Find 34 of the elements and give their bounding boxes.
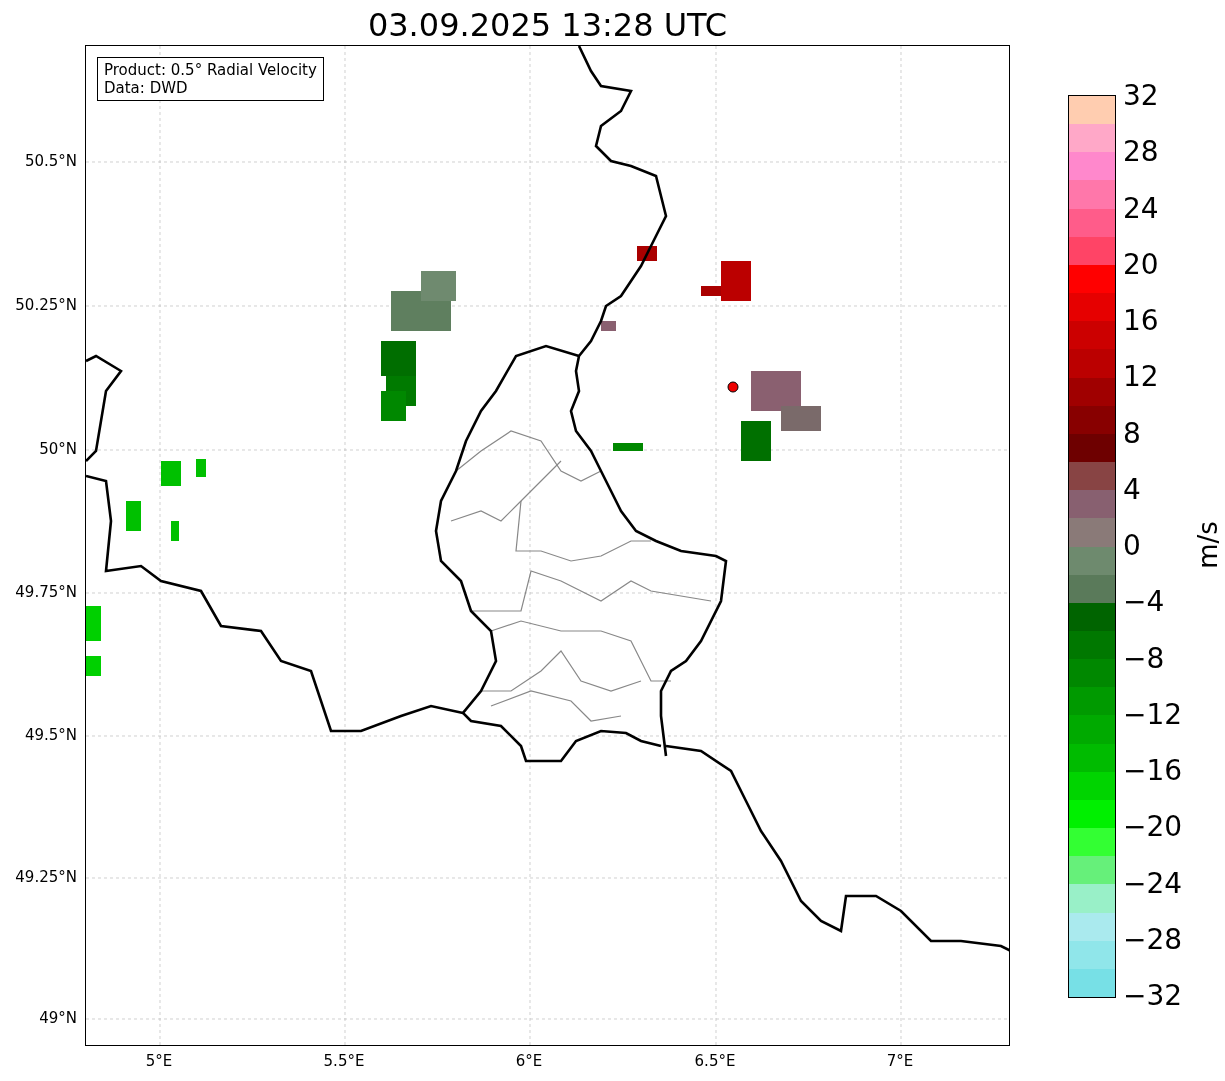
colorbar-tick-label: −8: [1123, 641, 1165, 674]
colorbar-tick-label: 32: [1123, 78, 1159, 112]
longitude-label: 6°E: [515, 1052, 543, 1070]
latitude-label: 49.25°N: [15, 868, 77, 886]
longitude-label: 7°E: [886, 1052, 914, 1070]
colorbar-tick-label: 4: [1123, 472, 1141, 506]
colorbar-tick-label: 16: [1123, 303, 1159, 337]
latitude-label: 49.5°N: [24, 726, 77, 744]
info-text: Product: 0.5° Radial Velocity: [104, 61, 317, 79]
colorbar-tick-label: −16: [1123, 753, 1183, 787]
latitude-label: 50.5°N: [24, 152, 77, 170]
colorbar-unit-label: m/s: [1192, 521, 1223, 569]
longitude-label: 6.5°E: [694, 1052, 736, 1070]
colorbar-tick-label: 8: [1123, 416, 1141, 449]
colorbar-tick-label: 20: [1123, 247, 1159, 281]
colorbar-tick-label: 12: [1123, 359, 1159, 393]
info-text: Data: DWD: [104, 79, 189, 97]
colorbar-tick-label: −4: [1123, 584, 1165, 618]
radar-site-marker: [727, 381, 739, 393]
colorbar-tick-label: 0: [1123, 528, 1141, 562]
colorbar-tick-label: −24: [1123, 866, 1183, 899]
longitude-label: 5.5°E: [323, 1052, 365, 1070]
colorbar-tick-label: 24: [1123, 191, 1159, 224]
colorbar-tick-label: −12: [1123, 697, 1183, 731]
latitude-label: 49.75°N: [15, 583, 77, 601]
colorbar-tick-label: 28: [1123, 134, 1159, 168]
latitude-label: 50.25°N: [15, 296, 77, 314]
longitude-label: 5°E: [145, 1052, 173, 1070]
latitude-label: 49°N: [39, 1009, 77, 1027]
chart-title: 03.09.2025 13:28 UTC: [367, 5, 728, 45]
colorbar-tick-label: −20: [1123, 809, 1183, 843]
colorbar-tick-label: −32: [1123, 978, 1183, 1012]
colorbar-tick-label: −28: [1123, 922, 1183, 956]
latitude-label: 50°N: [39, 440, 77, 458]
